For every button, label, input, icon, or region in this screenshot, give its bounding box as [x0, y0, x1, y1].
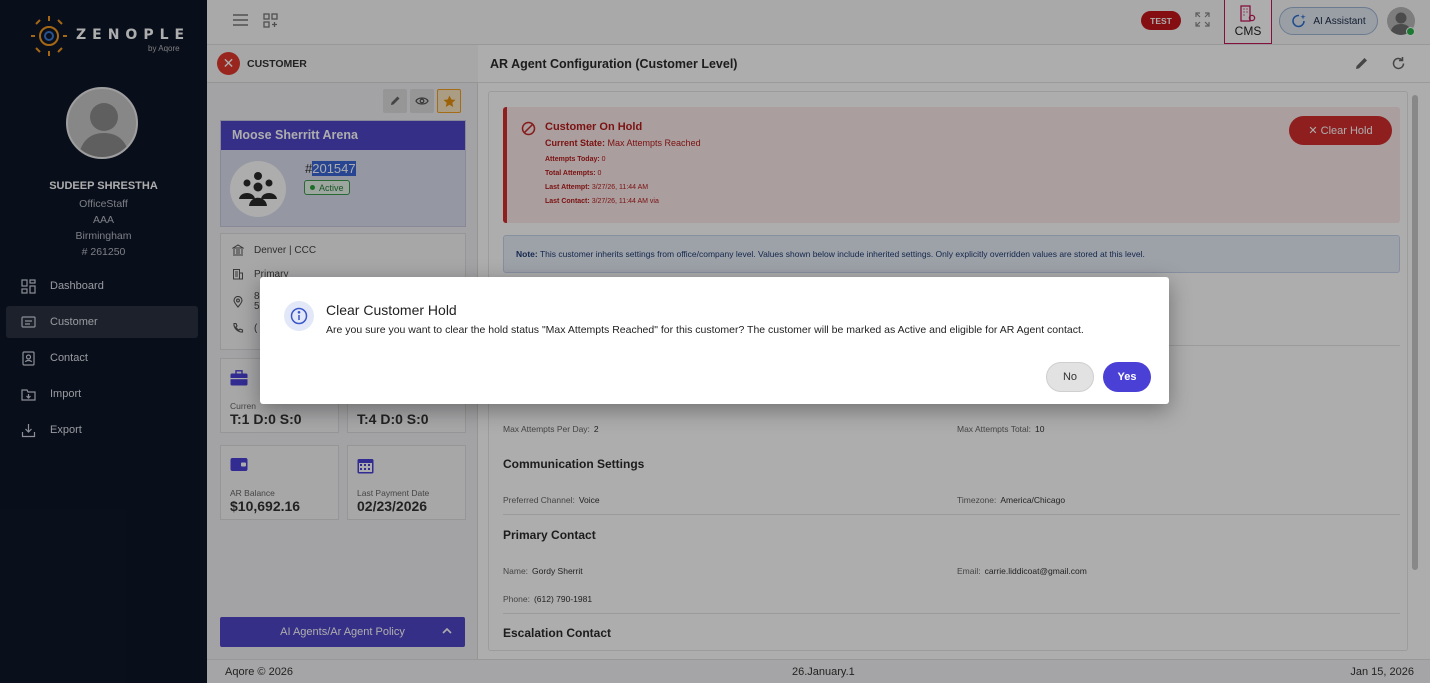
yes-button[interactable]: Yes [1103, 362, 1151, 392]
dialog-message: Are you sure you want to clear the hold … [326, 324, 1084, 336]
no-button[interactable]: No [1046, 362, 1094, 392]
dialog-title: Clear Customer Hold [326, 302, 457, 318]
info-icon [284, 301, 314, 331]
clear-hold-dialog: Clear Customer Hold Are you sure you wan… [260, 277, 1169, 404]
